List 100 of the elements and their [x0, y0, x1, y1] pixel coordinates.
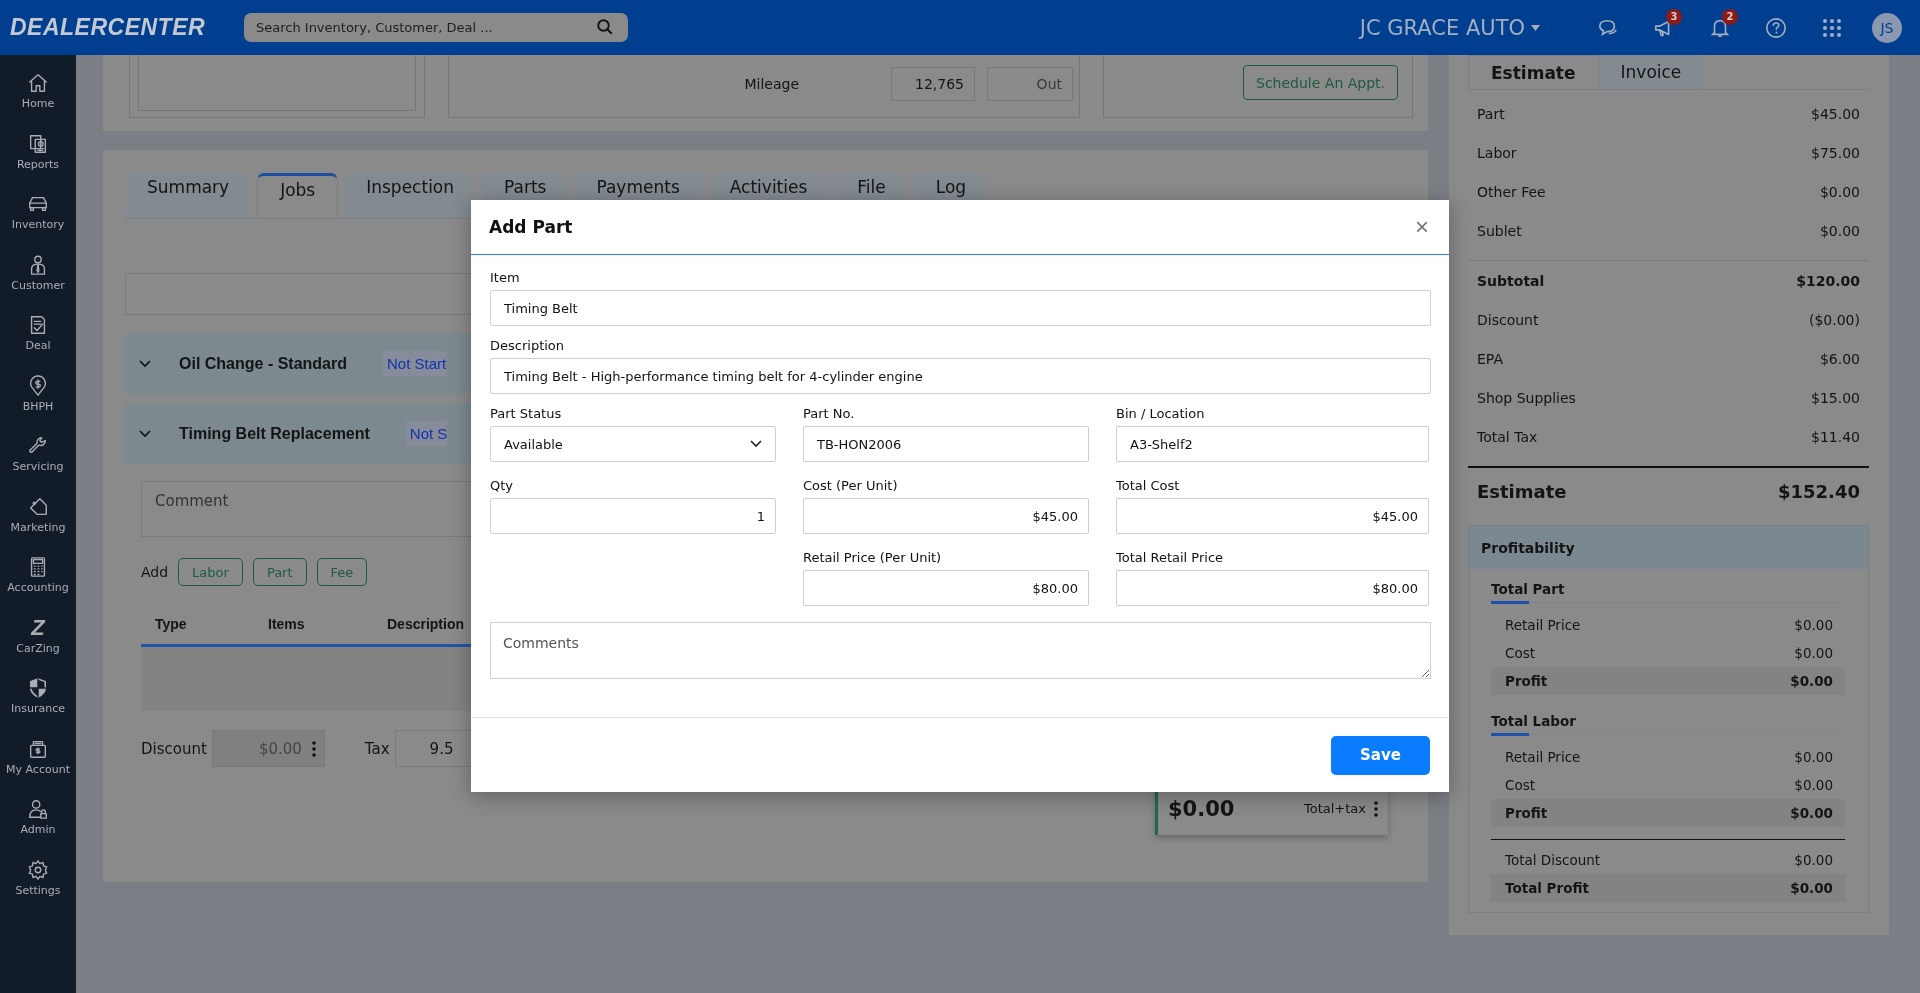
field-label: Total Cost — [1116, 478, 1181, 494]
input-field[interactable]: $80.00 — [803, 570, 1089, 606]
field-label: Total Retail Price — [1116, 550, 1225, 566]
sidebar-item[interactable]: Settings — [0, 847, 76, 908]
column-header: Description — [387, 616, 465, 632]
column-header: Items — [268, 616, 306, 632]
column-header: Type — [154, 616, 188, 632]
input-field[interactable]: A3-Shelf2 — [1116, 426, 1429, 462]
chevron-down-icon[interactable] — [139, 359, 151, 368]
status-badge: Not S — [405, 421, 448, 446]
comments-field[interactable]: Comments — [490, 622, 1431, 679]
chat-icon[interactable] — [1597, 17, 1619, 38]
select-field[interactable]: Available — [490, 426, 776, 462]
job-title: Timing Belt Replacement — [179, 424, 370, 443]
tab[interactable]: Summary — [125, 173, 252, 218]
sidebar-item[interactable]: Reports — [0, 121, 76, 182]
row-label: Other Fee — [1477, 183, 1546, 200]
row-value: $0.00 — [1794, 749, 1833, 765]
tab[interactable]: Invoice — [1598, 55, 1704, 89]
dealer-dropdown[interactable]: JC GRACE AUTO — [1359, 15, 1540, 40]
sidebar-item[interactable]: Marketing — [0, 484, 76, 545]
logo-glyph: Z — [31, 616, 45, 639]
sidebar-item[interactable]: My Account — [0, 726, 76, 787]
documents-icon — [27, 132, 49, 155]
field-label: Cost (Per Unit) — [803, 478, 899, 494]
row-label: Shop Supplies — [1477, 389, 1576, 406]
row-value: $0.00 — [1794, 777, 1833, 793]
mileage-field[interactable]: 12,765 — [891, 67, 975, 101]
apps-grid-icon[interactable] — [1822, 17, 1842, 38]
input-field[interactable]: TB-HON2006 — [803, 426, 1089, 462]
help-icon[interactable] — [1765, 16, 1787, 39]
dialog-title: Add Part — [489, 217, 573, 237]
input-field[interactable]: $45.00 — [803, 498, 1089, 534]
mileage-label: Mileage — [744, 76, 799, 92]
search-icon[interactable] — [596, 18, 614, 36]
more-icon[interactable] — [1374, 800, 1378, 817]
sidebar-item[interactable]: Z CarZing — [0, 605, 76, 666]
input-field[interactable]: Timing Belt - High-performance timing belt for 4-cylinder engine — [490, 358, 1431, 394]
section-title: Total Part — [1491, 569, 1845, 603]
mileage-out-field[interactable]: Out — [987, 67, 1073, 101]
search-field[interactable]: Search Inventory, Customer, Deal ... — [244, 13, 628, 42]
row-label: Labor — [1477, 144, 1517, 161]
sidebar-item[interactable]: Admin — [0, 787, 76, 848]
row-value: $0.00 — [1794, 645, 1833, 661]
field-label: Qty — [490, 478, 515, 494]
row-value: $15.00 — [1811, 389, 1860, 406]
sidebar-item[interactable]: Insurance — [0, 666, 76, 727]
tag-icon — [27, 495, 49, 518]
row-label: Part — [1477, 105, 1505, 122]
row-label: Cost — [1505, 645, 1535, 661]
sidebar-item[interactable]: Home — [0, 61, 76, 122]
logo[interactable]: DEALERCENTER — [10, 14, 232, 41]
field-label: Description — [490, 338, 566, 354]
row-label: Subtotal — [1477, 272, 1545, 289]
row-label: Total Discount — [1505, 852, 1601, 868]
row-label: Cost — [1505, 777, 1535, 793]
sidebar-item[interactable]: Deal — [0, 303, 76, 364]
row-value: $11.40 — [1811, 428, 1860, 445]
row-value: $0.00 — [1790, 805, 1833, 821]
close-button[interactable]: × — [1413, 215, 1431, 239]
row-value: ($0.00) — [1809, 311, 1860, 328]
row-value: $6.00 — [1819, 350, 1860, 367]
field-label: Part Status — [490, 406, 563, 422]
sidebar-item[interactable]: Servicing — [0, 424, 76, 485]
tab[interactable]: Jobs — [257, 173, 339, 218]
card-title: Profitability — [1469, 526, 1868, 569]
field-label: Part No. — [803, 406, 856, 422]
row-value: $75.00 — [1811, 144, 1860, 161]
sidebar-item[interactable]: Customer — [0, 242, 76, 303]
settings-icon — [27, 858, 49, 881]
sidebar-item[interactable]: BHPH — [0, 363, 76, 424]
tab[interactable]: Inspection — [344, 173, 477, 218]
save-button[interactable]: Save — [1331, 735, 1430, 775]
job-title: Oil Change - Standard — [179, 354, 347, 373]
row-label: Retail Price — [1505, 749, 1581, 765]
row-value: $0.00 — [1819, 222, 1860, 239]
field-label: Bin / Location — [1116, 406, 1206, 422]
chevron-down-icon[interactable] — [139, 429, 151, 438]
section-title: Total Labor — [1491, 701, 1845, 735]
discount-label: Discount — [141, 739, 207, 758]
row-label: Profit — [1505, 673, 1548, 689]
notification-badge: 3 — [1666, 8, 1682, 25]
input-field[interactable]: 1 — [490, 498, 776, 534]
dollar-pin-icon — [27, 374, 49, 397]
tab[interactable]: Estimate — [1468, 55, 1599, 89]
row-label: Sublet — [1477, 222, 1522, 239]
more-icon[interactable] — [311, 740, 316, 757]
total-label: Total+tax — [1304, 801, 1366, 816]
input-field[interactable]: Timing Belt — [490, 290, 1431, 326]
input-field[interactable]: $45.00 — [1116, 498, 1429, 534]
row-label: Estimate — [1477, 481, 1567, 502]
row-label: EPA — [1477, 350, 1503, 367]
sidebar-item[interactable]: Inventory — [0, 182, 76, 243]
row-value: $0.00 — [1790, 880, 1833, 896]
row-label: Profit — [1505, 805, 1548, 821]
status-badge: Not Start — [383, 351, 447, 376]
sidebar-item[interactable]: Accounting — [0, 545, 76, 606]
field-label: Retail Price (Per Unit) — [803, 550, 943, 566]
add-label: Add — [141, 564, 169, 580]
input-field[interactable]: $80.00 — [1116, 570, 1429, 606]
